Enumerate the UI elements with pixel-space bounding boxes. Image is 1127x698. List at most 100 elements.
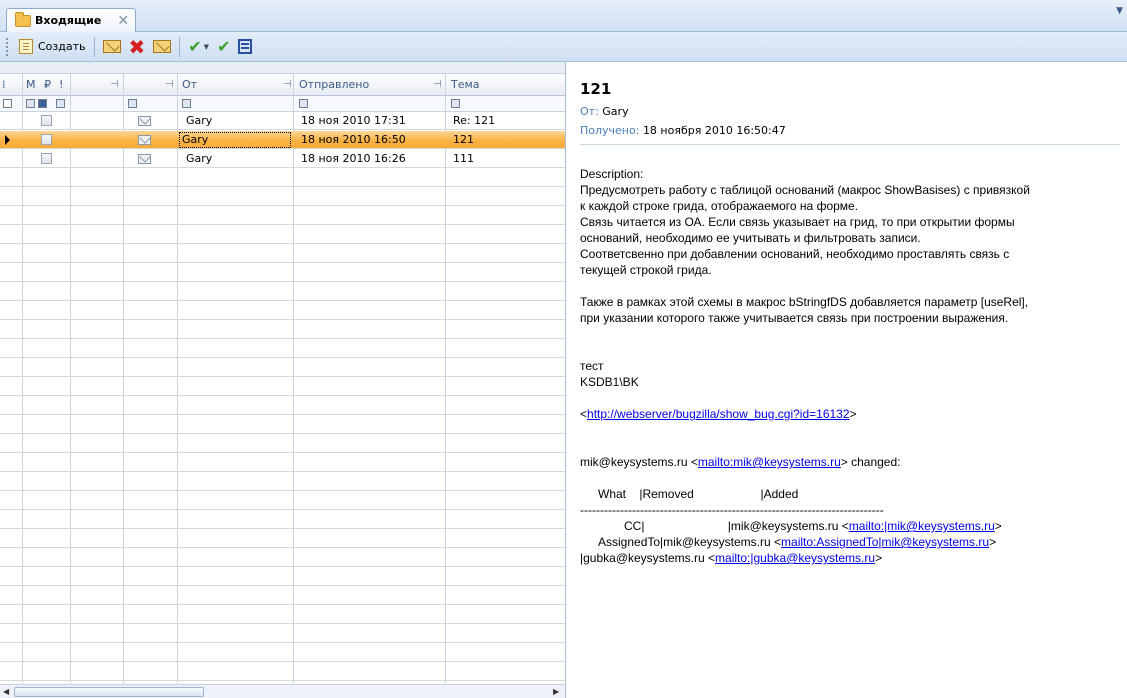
body-line: при указании которого также учитывается …	[580, 311, 1009, 325]
empty-row	[0, 492, 565, 510]
from-label: От:	[580, 105, 599, 118]
pin-icon[interactable]: ⊣	[283, 74, 292, 96]
empty-row	[0, 454, 565, 472]
changed-prefix: mik@keysystems.ru <	[580, 455, 698, 469]
read-checkbox[interactable]	[41, 134, 52, 145]
body-line: mik@keysystems.ru <mailto:mik@keysystems…	[580, 454, 1125, 470]
empty-row	[0, 207, 565, 225]
filter-cell[interactable]	[451, 99, 460, 108]
row-sent: 18 ноя 2010 16:50	[301, 133, 406, 146]
bug-link[interactable]: http://webserver/bugzilla/show_bug.cgi?i…	[587, 407, 850, 421]
empty-row	[0, 283, 565, 301]
mailto-link[interactable]: mailto:|gubka@keysystems.ru	[715, 551, 875, 565]
body-line: |gubka@keysystems.ru <mailto:|gubka@keys…	[580, 550, 1125, 566]
from-value: Gary	[602, 105, 629, 118]
envelope-arrow-icon	[153, 40, 172, 53]
columns-icon	[238, 39, 253, 54]
body-line: CC| |mik@keysystems.ru <mailto:|mik@keys…	[580, 518, 1125, 534]
column-chooser-icon[interactable]: ⁞	[0, 74, 22, 96]
envelope-icon	[102, 40, 121, 53]
empty-row	[0, 606, 565, 624]
filter-cell[interactable]	[128, 99, 137, 108]
filter-cell[interactable]	[299, 99, 308, 108]
empty-row	[0, 340, 565, 358]
column-subject[interactable]: Тема	[447, 74, 557, 96]
filter-cell[interactable]	[26, 99, 35, 108]
body-line: Также в рамках этой схемы в макрос bStri…	[580, 295, 1029, 309]
scrollbar-thumb[interactable]	[14, 687, 204, 697]
row-from: Gary	[186, 152, 213, 165]
scroll-left-icon[interactable]: ◀	[3, 685, 9, 698]
chevron-down-icon[interactable]: ▼	[1116, 6, 1123, 16]
mailto-link[interactable]: mailto:mik@keysystems.ru	[698, 455, 841, 469]
filter-cell[interactable]	[182, 99, 191, 108]
message-body: Description: Предусмотреть работу с табл…	[580, 166, 1125, 566]
empty-row	[0, 302, 565, 320]
empty-row	[0, 644, 565, 662]
filter-cell[interactable]	[56, 99, 65, 108]
table-row-selected[interactable]: Gary 18 ноя 2010 16:50 121	[0, 131, 565, 149]
tab-inbox-label: Входящие	[35, 14, 102, 27]
dropdown-arrow-icon[interactable]: ▼	[204, 43, 209, 51]
columns-button[interactable]	[234, 36, 256, 58]
body-line: Связь читается из ОА. Если связь указыва…	[580, 215, 1015, 229]
empty-row	[0, 625, 565, 643]
row-subject: 111	[453, 152, 474, 165]
pin-icon[interactable]: ⊣	[165, 74, 174, 96]
create-button[interactable]: Создать	[15, 36, 90, 58]
table-row[interactable]: Gary 18 ноя 2010 17:31 Re: 121	[0, 112, 565, 130]
changes-table-rule: ----------------------------------------…	[580, 503, 884, 517]
url-bracket: <	[580, 407, 588, 421]
empty-row	[0, 435, 565, 453]
table-row[interactable]: Gary 18 ноя 2010 16:26 111	[0, 150, 565, 168]
column-importance[interactable]: !	[55, 74, 70, 96]
row-sent: 18 ноя 2010 17:31	[301, 114, 406, 127]
empty-row	[0, 245, 565, 263]
empty-row	[0, 188, 565, 206]
read-mail-button[interactable]	[99, 36, 125, 58]
cc-prefix: CC| |mik@keysystems.ru <	[624, 519, 849, 533]
body-line: <http://webserver/bugzilla/show_bug.cgi?…	[580, 406, 1125, 422]
received-label: Получено:	[580, 124, 640, 137]
move-mail-button[interactable]	[149, 36, 175, 58]
empty-row	[0, 169, 565, 187]
horizontal-scrollbar[interactable]: ◀ ▶	[0, 684, 565, 698]
delete-button[interactable]: ✖	[125, 36, 150, 58]
preview-pane: 121 От: Gary Получено: 18 ноября 2010 16…	[567, 62, 1127, 698]
mailto-link[interactable]: mailto:AssignedTo|mik@keysystems.ru	[781, 535, 989, 549]
check-red-icon: ✔	[217, 36, 231, 56]
row-from: Gary	[186, 114, 213, 127]
grid-header: ⁞ М ₽ ! ⊣ ⊣ От ⊣ Отправлено ⊣ Тема	[0, 74, 565, 96]
body-line: оснований, необходимо ее учитывать и фил…	[580, 231, 921, 245]
tab-strip: Входящие ✕ ▼	[0, 0, 1127, 32]
create-button-label: Создать	[38, 40, 86, 53]
body-line: тест	[580, 359, 604, 373]
envelope-icon	[138, 116, 151, 126]
read-checkbox[interactable]	[41, 153, 52, 164]
envelope-icon	[138, 135, 151, 145]
close-icon[interactable]: ✕	[117, 14, 129, 28]
mailto-link[interactable]: mailto:|mik@keysystems.ru	[849, 519, 995, 533]
scroll-right-icon[interactable]: ▶	[553, 685, 559, 698]
column-mark[interactable]: М	[22, 74, 42, 96]
group-bar[interactable]	[0, 62, 565, 74]
empty-row	[0, 397, 565, 415]
body-line: текущей строкой грида.	[580, 263, 712, 277]
filter-toggle-icon[interactable]	[3, 99, 12, 108]
pin-icon[interactable]: ⊣	[110, 74, 119, 96]
column-sent[interactable]: Отправлено	[295, 74, 435, 96]
approve-button[interactable]: ✔ ▼	[184, 36, 213, 58]
body-line: к каждой строке грида, отображаемого на …	[580, 199, 859, 213]
read-checkbox[interactable]	[41, 115, 52, 126]
pin-icon[interactable]: ⊣	[433, 74, 442, 96]
column-from[interactable]: От	[178, 74, 288, 96]
gubka-suffix: >	[875, 551, 883, 565]
message-from: От: Gary	[580, 105, 629, 118]
assigned-prefix: AssignedTo|mik@keysystems.ru <	[598, 535, 782, 549]
approve-all-button[interactable]: ✔	[213, 36, 234, 58]
tab-inbox[interactable]: Входящие ✕	[6, 8, 136, 32]
filter-cell[interactable]	[38, 99, 47, 108]
received-value: 18 ноября 2010 16:50:47	[642, 124, 786, 137]
empty-row	[0, 568, 565, 586]
toolbar-grip[interactable]	[6, 37, 9, 56]
